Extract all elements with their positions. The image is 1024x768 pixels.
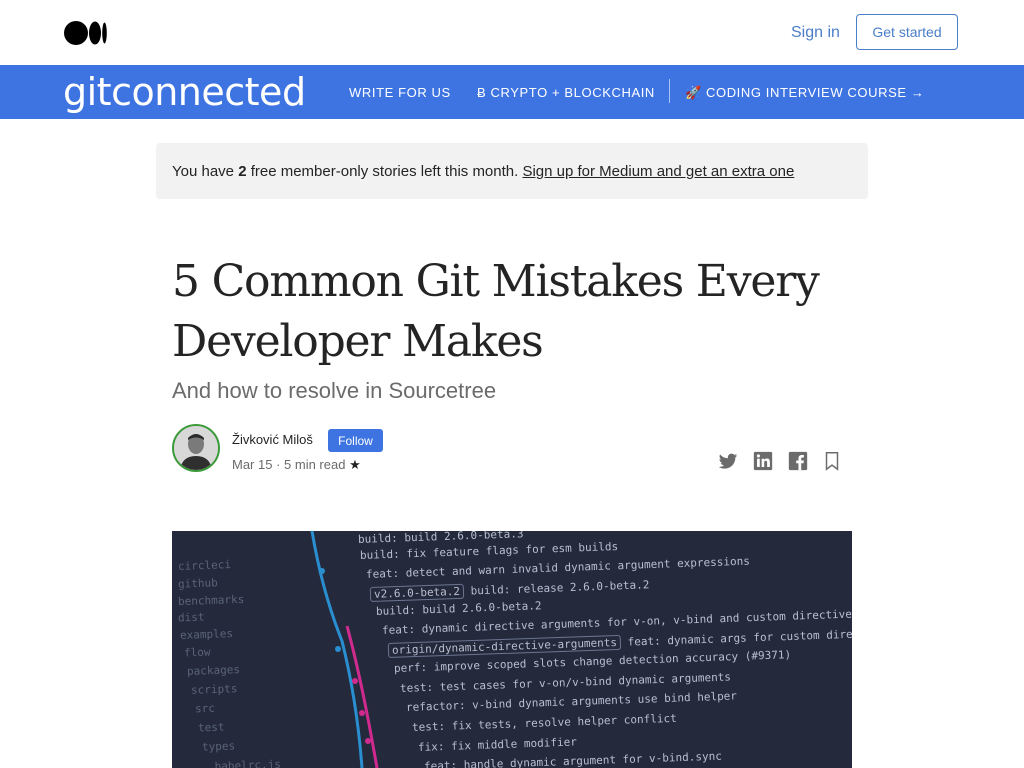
sidebar-file: examples [179, 627, 234, 642]
get-started-button[interactable]: Get started [856, 14, 958, 50]
sidebar-file: github [177, 576, 218, 591]
sidebar-file: circleci [177, 558, 232, 573]
sidebar-file: scripts [190, 682, 238, 697]
bookmark-icon[interactable] [821, 450, 843, 472]
article-meta: Mar 15 · 5 min read ★ [232, 457, 361, 472]
sidebar-file: dist [177, 610, 205, 625]
sidebar-file: test [197, 720, 225, 735]
member-stories-banner: You have 2 free member-only stories left… [156, 143, 868, 199]
sidebar-file: packages [186, 663, 241, 678]
nav-coding-interview-course[interactable]: 🚀 CODING INTERVIEW COURSE → [685, 85, 924, 101]
sidebar-file: src [194, 701, 216, 716]
nav-crypto-blockchain[interactable]: Ƀ CRYPTO + BLOCKCHAIN [477, 85, 655, 100]
article-subtitle: And how to resolve in Sourcetree [172, 378, 497, 403]
sidebar-file: .babelrc.js [207, 757, 282, 768]
follow-button[interactable]: Follow [328, 429, 383, 452]
linkedin-icon[interactable] [752, 450, 774, 472]
sidebar-file: benchmarks [177, 592, 245, 609]
member-star-icon: ★ [349, 457, 361, 472]
author-avatar[interactable] [172, 424, 220, 472]
signup-extra-link[interactable]: Sign up for Medium and get an extra one [522, 163, 794, 180]
hero-image: circleci github benchmarks dist examples… [172, 531, 852, 768]
banner-text: You have 2 free member-only stories left… [172, 163, 795, 180]
nav-divider [669, 79, 670, 103]
publish-date: Mar 15 [232, 457, 273, 472]
twitter-icon[interactable] [717, 450, 739, 472]
read-time: 5 min read [284, 457, 346, 472]
sidebar-file: types [201, 739, 236, 754]
article-title: 5 Common Git Mistakes Every Developer Ma… [172, 256, 820, 367]
publication-logo[interactable]: gitconnected [63, 70, 306, 114]
sign-in-link[interactable]: Sign in [791, 24, 840, 42]
publication-nav: gitconnected WRITE FOR US Ƀ CRYPTO + BLO… [0, 65, 1024, 119]
free-story-count: 2 [238, 163, 247, 180]
facebook-icon[interactable] [787, 450, 809, 472]
medium-logo-icon[interactable] [64, 21, 108, 45]
top-bar: Sign in Get started [0, 0, 1024, 65]
author-name[interactable]: Živković Miloš [232, 432, 313, 447]
nav-write-for-us[interactable]: WRITE FOR US [349, 85, 451, 100]
sidebar-file: flow [183, 645, 211, 660]
